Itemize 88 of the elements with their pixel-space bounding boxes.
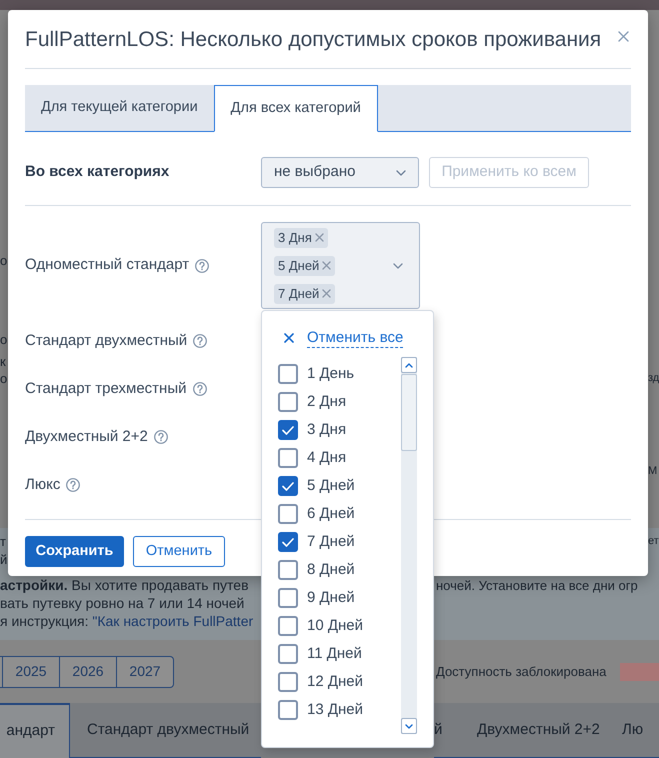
text-fragment: й	[0, 552, 8, 566]
checkbox[interactable]	[278, 532, 298, 552]
help-icon[interactable]	[193, 334, 208, 348]
help-icon[interactable]	[154, 430, 168, 444]
option-label[interactable]: 7 Дней	[307, 530, 355, 554]
option-label[interactable]: 13 Дней	[307, 698, 364, 722]
tag-chip[interactable]: 3 Дня	[274, 228, 328, 248]
multi-select-field[interactable]: 3 Дня 5 Дней 7 Дней	[261, 222, 420, 309]
year-button[interactable]: 2025	[3, 656, 60, 688]
option-label[interactable]: 3 Дня	[307, 418, 346, 442]
checkbox[interactable]	[278, 420, 298, 440]
year-button[interactable]: 2027	[117, 656, 174, 688]
text-fragment: М	[648, 464, 658, 476]
tab[interactable]: андарт	[0, 703, 70, 758]
category-label: Одноместный стандарт	[25, 255, 190, 276]
remove-icon[interactable]	[322, 289, 332, 298]
option-label[interactable]: 12 Дней	[307, 670, 364, 694]
legend-label: Доступность заблокирована	[436, 662, 606, 681]
scroll-up-button[interactable]	[401, 357, 417, 373]
close-button[interactable]	[618, 31, 629, 42]
dialog-title: FullPatternLOS: Несколько допустимых сроков проживания	[25, 27, 602, 53]
save-button[interactable]: Сохранить	[25, 536, 124, 567]
text-fragment: о	[0, 252, 8, 268]
tab[interactable]: Лю	[609, 703, 659, 758]
checkbox[interactable]	[278, 560, 298, 580]
scrollbar[interactable]	[401, 357, 417, 734]
tag-chip[interactable]: 5 Дней	[274, 256, 336, 276]
info-text: вать путевку ровно на 7 или 14 ночей	[0, 595, 244, 611]
year-button[interactable]	[0, 656, 3, 688]
checkbox[interactable]	[278, 588, 298, 608]
tag-chip[interactable]: 7 Дней	[274, 284, 336, 304]
scroll-down-button[interactable]	[401, 718, 417, 734]
checkbox[interactable]	[278, 616, 298, 636]
checkbox[interactable]	[278, 392, 298, 412]
option-label[interactable]: 2 Дня	[307, 390, 346, 414]
chevron-up-icon	[405, 362, 413, 368]
option-label[interactable]: 10 Дней	[307, 614, 364, 638]
clear-all-link[interactable]: Отменить все	[307, 328, 404, 348]
option-label[interactable]: 5 Дней	[307, 474, 355, 498]
option-label[interactable]: 6 Дней	[307, 502, 355, 526]
option-label[interactable]: 4 Дня	[307, 446, 346, 470]
option-label[interactable]: 8 Дней	[307, 558, 355, 582]
chevron-down-icon	[393, 262, 403, 268]
close-icon	[618, 31, 629, 42]
tab[interactable]: Для текущей категории	[25, 85, 214, 131]
info-text: астройки. Вы хотите продавать путев	[0, 577, 249, 593]
checkbox[interactable]	[278, 476, 298, 496]
text-fragment: ет	[648, 534, 659, 546]
help-icon[interactable]	[195, 258, 210, 272]
info-text: я инструкция: "Как настроить FullPatter	[0, 613, 254, 629]
check-icon	[282, 538, 294, 546]
legend-swatch-icon	[620, 662, 659, 680]
check-icon	[282, 482, 294, 490]
text-fragment: к	[0, 354, 6, 368]
help-link[interactable]: "Как настроить FullPatter	[92, 613, 254, 629]
tab[interactable]: Для всех категорий	[214, 85, 378, 132]
row-label: Во всех категориях	[25, 162, 170, 182]
help-icon[interactable]	[66, 478, 80, 492]
year-button[interactable]: 2026	[60, 656, 117, 688]
text-fragment: о	[0, 332, 8, 346]
text-fragment: т	[0, 534, 6, 548]
option-label[interactable]: 1 День	[307, 362, 354, 386]
text-fragment: зд	[648, 372, 659, 384]
help-icon[interactable]	[192, 382, 206, 396]
category-label: Двухместный 2+2	[25, 426, 148, 447]
option-label[interactable]: 11 Дней	[307, 642, 362, 666]
checkbox[interactable]	[278, 672, 298, 692]
remove-icon[interactable]	[314, 233, 324, 242]
scroll-thumb[interactable]	[401, 374, 417, 451]
text-fragment: о	[0, 370, 8, 386]
checkbox[interactable]	[278, 448, 298, 468]
chevron-down-icon	[405, 724, 413, 728]
category-label: Люкс	[25, 474, 60, 495]
option-label[interactable]: 9 Дней	[307, 586, 355, 610]
select-field[interactable]: не выбрано	[261, 157, 419, 188]
chevron-down-icon	[396, 170, 406, 176]
check-icon	[282, 426, 294, 434]
category-label: Стандарт двухместный	[25, 330, 188, 351]
cancel-button[interactable]: Отменить	[133, 536, 225, 567]
close-icon[interactable]	[284, 333, 294, 343]
category-label: Стандарт трехместный	[25, 378, 186, 399]
tab[interactable]: Двухместный 2+2	[458, 703, 609, 758]
checkbox[interactable]	[278, 504, 298, 524]
checkbox[interactable]	[278, 700, 298, 720]
checkbox[interactable]	[278, 364, 298, 384]
remove-icon[interactable]	[322, 261, 332, 270]
checkbox[interactable]	[278, 644, 298, 664]
info-text: ночей. Установите на все дни огр	[436, 578, 638, 592]
